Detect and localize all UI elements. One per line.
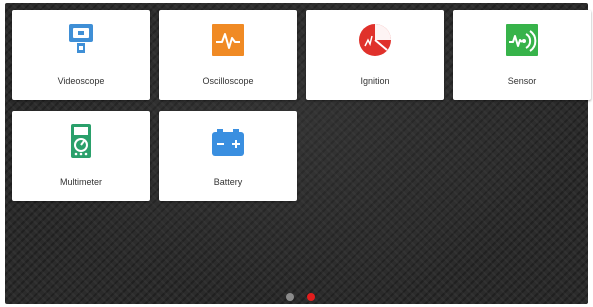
battery-icon	[210, 123, 246, 159]
tile-label: Videoscope	[57, 76, 105, 86]
page-indicator	[5, 293, 588, 301]
tile-battery[interactable]: Battery	[159, 111, 297, 201]
tile-sensor[interactable]: Sensor	[453, 10, 591, 100]
tile-label: Sensor	[507, 76, 537, 86]
multimeter-icon	[63, 123, 99, 159]
sensor-icon	[504, 22, 540, 58]
tile-oscilloscope[interactable]: Oscilloscope	[159, 10, 297, 100]
tile-ignition[interactable]: Ignition	[306, 10, 444, 100]
tile-label: Oscilloscope	[202, 76, 254, 86]
tile-label: Battery	[213, 177, 243, 187]
page-dot-2-active[interactable]	[307, 293, 315, 301]
tile-label: Ignition	[360, 76, 390, 86]
app-launcher-screen: Videoscope Oscilloscope Ignition Sensor …	[5, 3, 591, 304]
tile-videoscope[interactable]: Videoscope	[12, 10, 150, 100]
videoscope-icon	[63, 22, 99, 58]
tile-label: Multimeter	[59, 177, 102, 187]
page-dot-1[interactable]	[286, 293, 294, 301]
tile-multimeter[interactable]: Multimeter	[12, 111, 150, 201]
oscilloscope-icon	[210, 22, 246, 58]
ignition-icon	[357, 22, 393, 58]
